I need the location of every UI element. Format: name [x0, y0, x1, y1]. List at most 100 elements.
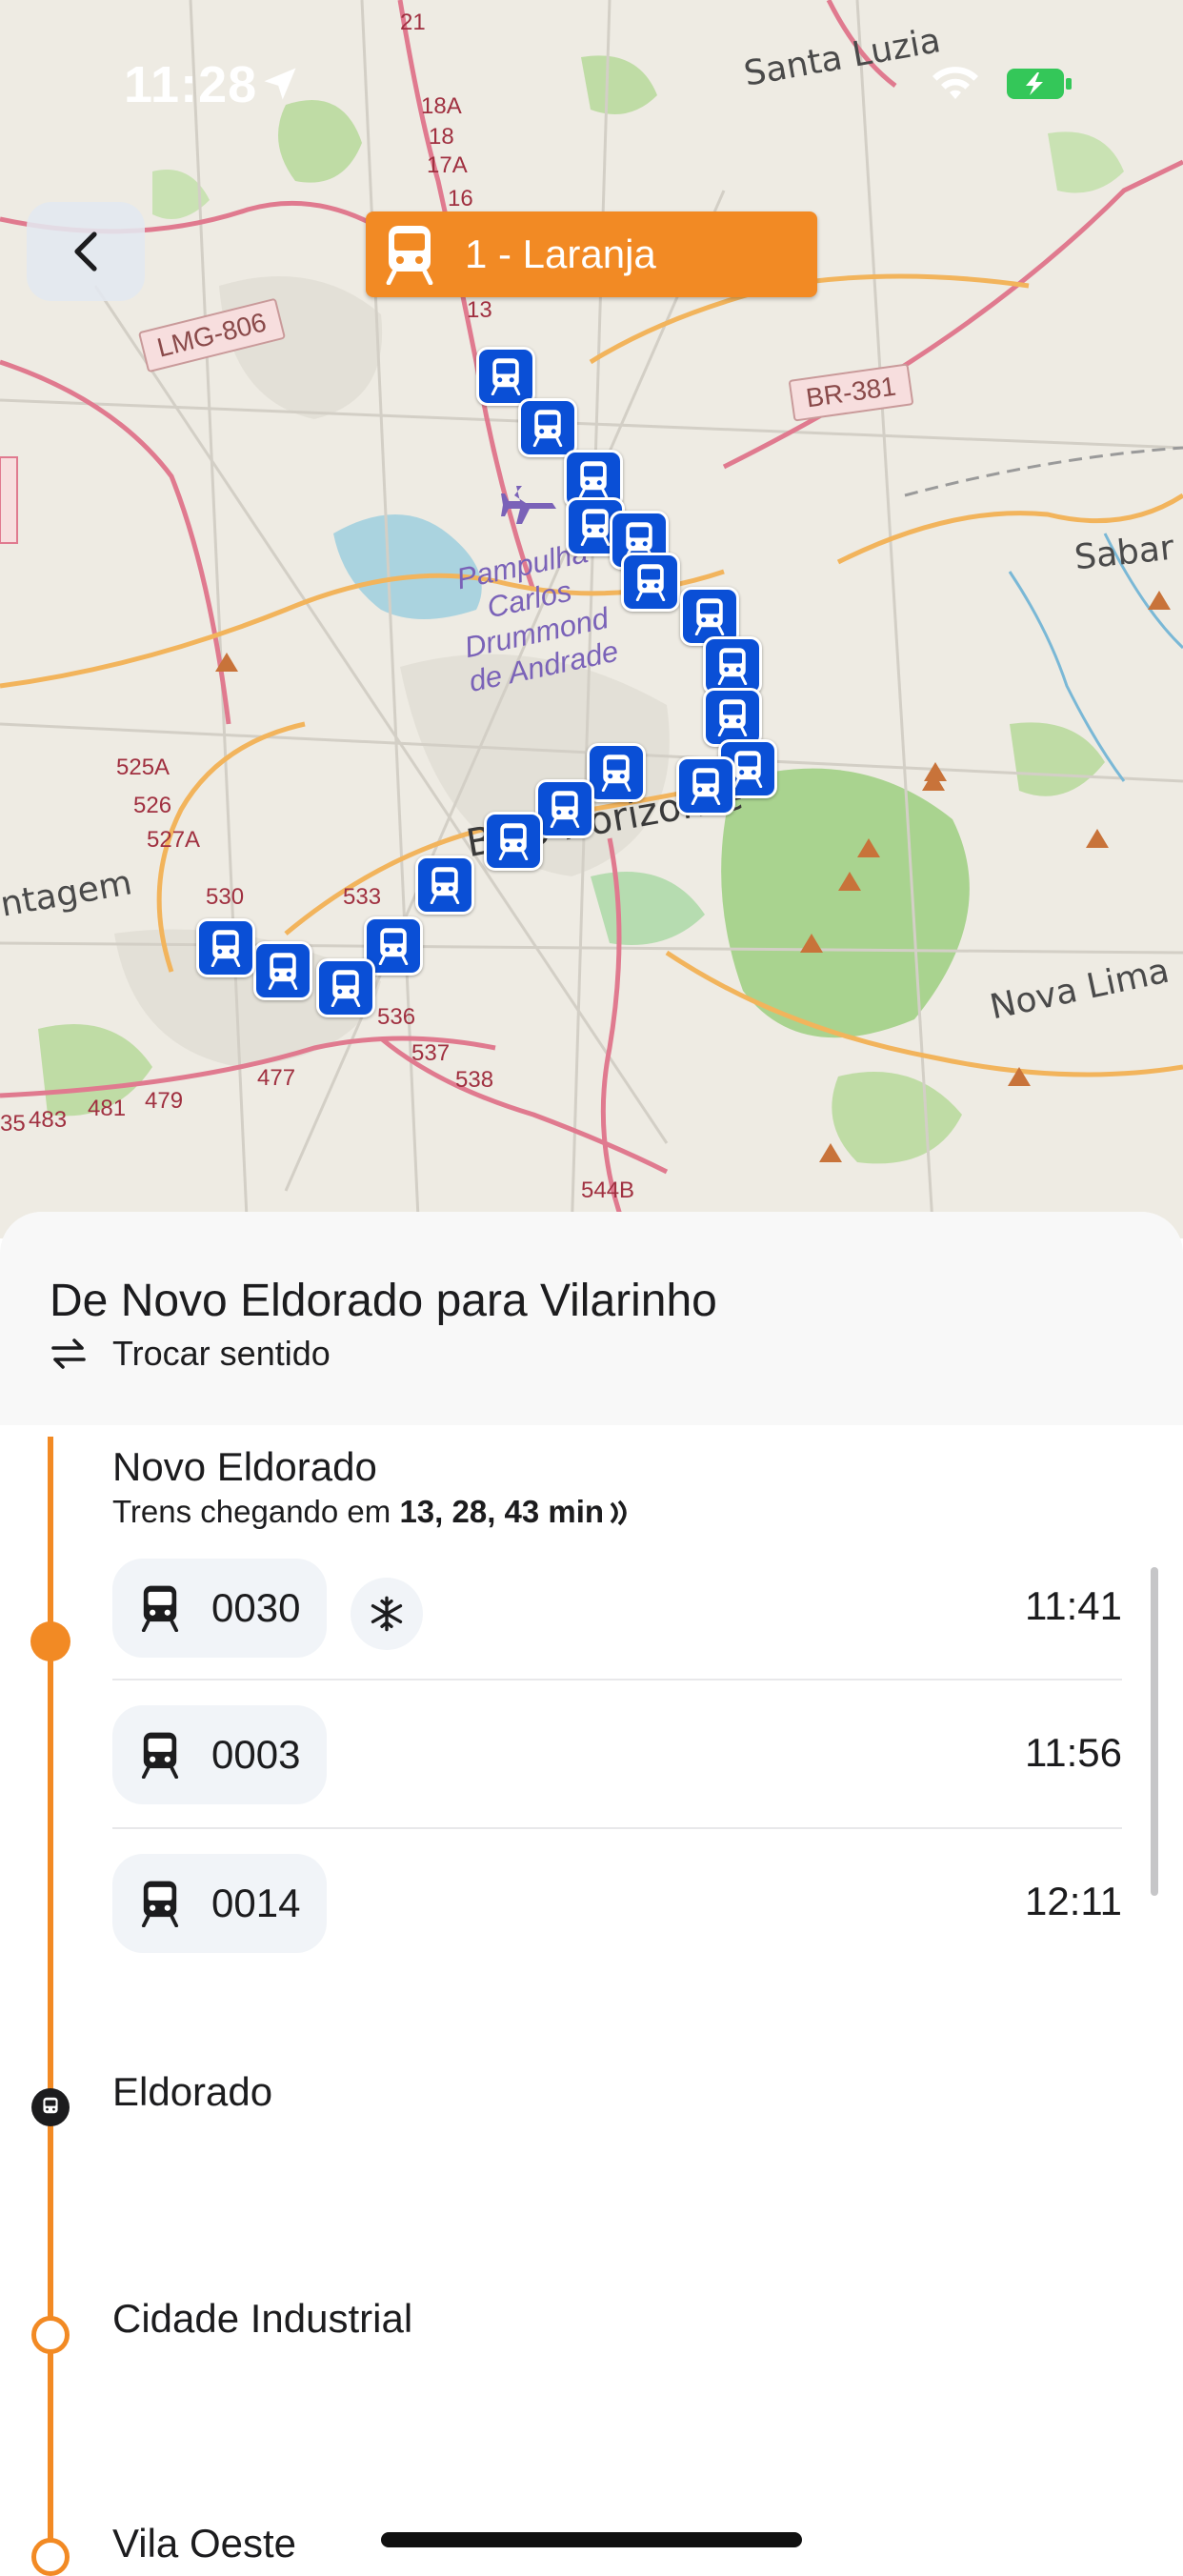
route-number: 533	[343, 884, 382, 910]
train-number: 0014	[211, 1881, 301, 1925]
route-number: 481	[88, 1096, 127, 1121]
map-view[interactable]: 11:28 1 - Laranja Santa Luzia Sabar Nova…	[0, 0, 1183, 1238]
swap-arrows-icon	[51, 1338, 86, 1369]
location-arrow-icon	[264, 68, 296, 100]
train-arrival-time: 11:41	[1025, 1583, 1122, 1628]
train-icon	[491, 358, 521, 395]
train-icon	[268, 953, 298, 990]
status-bar: 11:28	[0, 0, 1183, 171]
train-icon	[498, 823, 529, 860]
battery-charging-icon	[1007, 69, 1072, 99]
train-icon	[386, 226, 433, 285]
train-marker[interactable]	[316, 958, 375, 1017]
station-name[interactable]: Novo Eldorado	[112, 1444, 377, 1490]
train-chip: 0003	[112, 1705, 328, 1804]
route-number: 526	[133, 793, 172, 818]
route-number: 525A	[116, 755, 170, 780]
train-marker[interactable]	[476, 347, 535, 406]
train-marker[interactable]	[253, 941, 312, 1000]
train-marker[interactable]	[703, 636, 762, 695]
station-name[interactable]: Eldorado	[112, 2069, 272, 2115]
line-name: 1 - Laranja	[465, 231, 656, 276]
train-number: 0030	[211, 1585, 301, 1630]
train-icon	[141, 1732, 179, 1779]
train-icon	[717, 648, 748, 685]
train-icon	[732, 751, 763, 788]
train-marker[interactable]	[621, 553, 680, 612]
station-dot	[31, 2538, 70, 2576]
train-icon	[141, 1585, 179, 1632]
route-number: 536	[377, 1004, 416, 1030]
route-number: 17A	[427, 152, 468, 178]
route-number: 530	[206, 884, 245, 910]
route-number: 527A	[147, 827, 201, 853]
train-number: 0003	[211, 1732, 301, 1777]
train-marker[interactable]	[196, 918, 255, 977]
train-row[interactable]: 0030 11:41	[112, 1559, 1122, 1658]
route-number: 18	[429, 124, 454, 150]
current-station-dot	[30, 1621, 70, 1661]
swap-direction-label: Trocar sentido	[112, 1334, 331, 1373]
train-marker[interactable]	[415, 855, 474, 915]
air-conditioning-badge	[351, 1578, 423, 1650]
train-chip: 0030	[112, 1559, 328, 1658]
station-dot	[31, 2316, 70, 2354]
train-icon	[378, 928, 409, 965]
route-number: 35	[0, 1111, 26, 1137]
train-marker[interactable]	[703, 688, 762, 747]
route-number: 483	[29, 1107, 68, 1133]
row-divider	[112, 1679, 1122, 1680]
line-badge: 1 - Laranja	[366, 211, 817, 297]
train-row[interactable]: 0003 11:56	[112, 1705, 1122, 1804]
train-icon	[635, 564, 666, 601]
status-time: 11:28	[124, 56, 258, 113]
train-icon	[578, 461, 609, 498]
train-icon	[430, 867, 460, 904]
train-arrival-time: 11:56	[1025, 1730, 1122, 1775]
chevron-left-icon	[74, 231, 97, 272]
train-icon	[691, 768, 721, 805]
train-icon	[43, 2097, 58, 2114]
route-number: 16	[448, 186, 473, 211]
live-signal-icon	[610, 1499, 627, 1526]
back-button[interactable]	[27, 202, 145, 301]
train-position-dot	[31, 2088, 70, 2126]
train-icon	[717, 699, 748, 736]
train-icon	[580, 509, 611, 546]
train-chip: 0014	[112, 1854, 328, 1953]
route-number: 479	[145, 1088, 184, 1114]
station-name[interactable]: Vila Oeste	[112, 2521, 296, 2566]
route-number: 544B	[581, 1177, 635, 1203]
route-number: 18A	[421, 93, 462, 119]
train-icon	[550, 791, 580, 828]
row-divider	[112, 1827, 1122, 1829]
station-name[interactable]: Cidade Industrial	[112, 2296, 412, 2342]
arrivals-info: Trens chegando em 13, 28, 43 min	[112, 1494, 631, 1530]
train-marker[interactable]	[535, 779, 594, 838]
train-arrival-time: 12:11	[1025, 1879, 1122, 1923]
train-icon	[331, 970, 361, 1007]
train-marker[interactable]	[518, 398, 577, 457]
arrivals-values: 13, 28, 43 min	[399, 1494, 605, 1529]
route-number: 537	[411, 1040, 451, 1066]
train-icon	[141, 1881, 179, 1927]
route-number: 477	[257, 1065, 296, 1091]
timeline-line	[48, 1437, 53, 2561]
train-icon	[532, 410, 563, 447]
train-marker[interactable]	[484, 812, 543, 871]
snowflake-icon	[371, 1596, 403, 1632]
arrivals-prefix: Trens chegando em	[112, 1494, 391, 1529]
direction-title: De Novo Eldorado para Vilarinho	[50, 1276, 717, 1326]
train-icon	[694, 598, 725, 635]
train-icon	[211, 930, 241, 967]
scrollbar[interactable]	[1151, 1567, 1158, 1896]
train-row[interactable]: 0014 12:11	[112, 1854, 1122, 1953]
train-marker[interactable]	[676, 756, 735, 815]
swap-direction-button[interactable]: Trocar sentido	[50, 1334, 331, 1374]
route-number: 21	[400, 10, 426, 35]
sheet-header: De Novo Eldorado para Vilarinho Trocar s…	[0, 1212, 1183, 1425]
train-marker[interactable]	[587, 743, 646, 802]
train-icon	[601, 755, 632, 792]
wifi-icon	[932, 67, 978, 99]
home-indicator[interactable]	[381, 2532, 802, 2547]
